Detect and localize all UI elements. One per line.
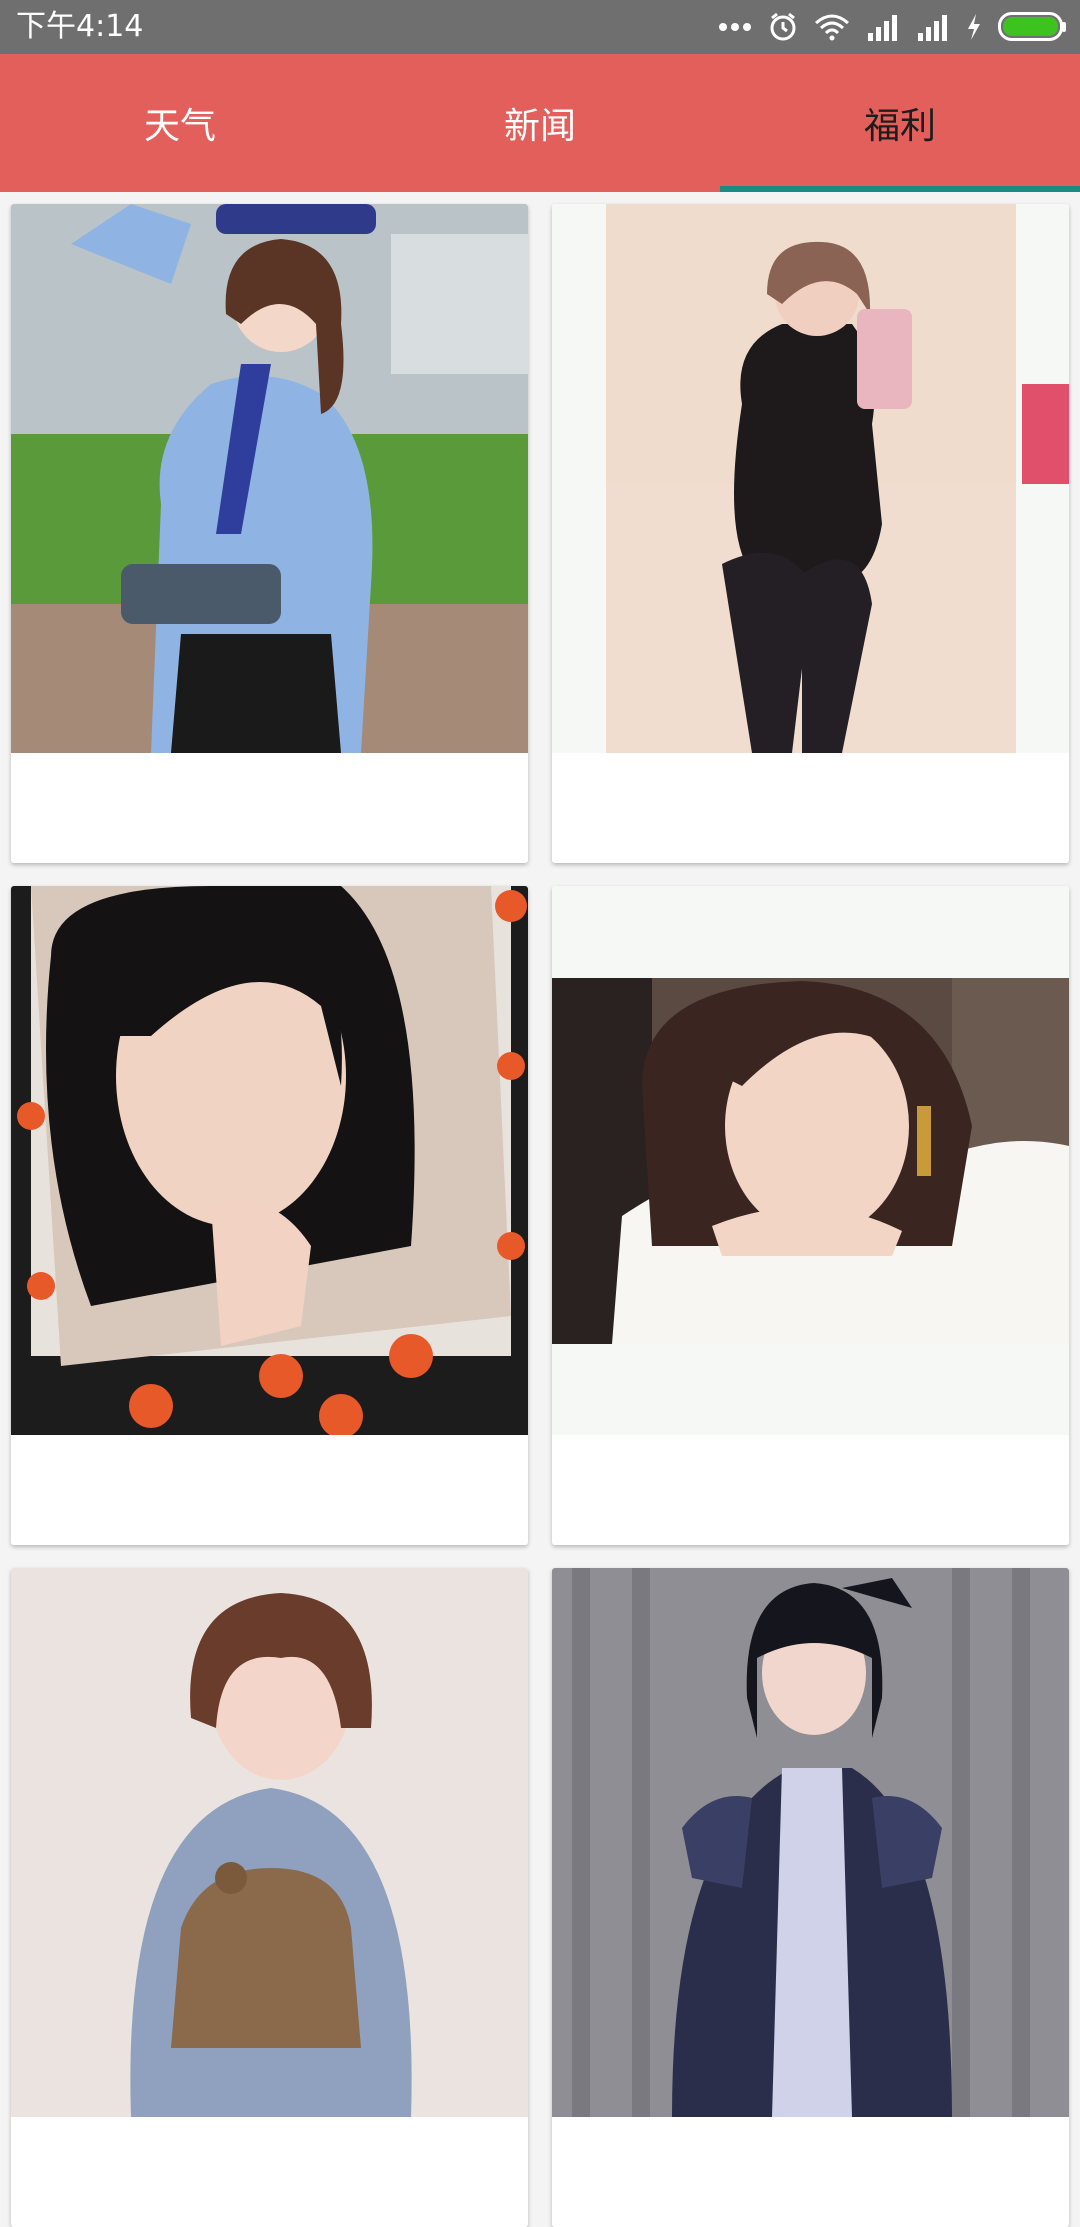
signal-icon-2 xyxy=(916,13,950,41)
card-caption xyxy=(11,1435,528,1545)
tab-news[interactable]: 新闻 xyxy=(360,54,720,192)
tab-label: 新闻 xyxy=(503,106,576,147)
wifi-icon xyxy=(814,13,850,41)
more-dots-icon xyxy=(718,22,752,32)
tab-welfare[interactable]: 福利 xyxy=(720,54,1080,192)
card-caption xyxy=(552,2117,1069,2227)
card-caption xyxy=(552,1435,1069,1545)
photo-card[interactable] xyxy=(11,204,528,863)
photo-girl-resting-on-hands[interactable] xyxy=(552,886,1069,1435)
photo-cosplay-police-girl[interactable] xyxy=(11,204,528,753)
status-time: 下午4:14 xyxy=(16,9,144,44)
status-bar: 下午4:14 xyxy=(0,0,1080,54)
tab-label: 福利 xyxy=(863,106,936,147)
photo-girl-mirror-selfie[interactable] xyxy=(552,204,1069,753)
tab-label: 天气 xyxy=(143,106,216,147)
tab-bar: 天气 新闻 福利 xyxy=(0,54,1080,192)
charging-icon xyxy=(966,13,982,41)
signal-icon xyxy=(866,13,900,41)
photo-grid[interactable] xyxy=(0,192,1080,2227)
photo-girl-lolita-dress[interactable] xyxy=(552,1568,1069,2117)
alarm-icon xyxy=(768,12,798,42)
photo-card[interactable] xyxy=(11,886,528,1545)
photo-card[interactable] xyxy=(552,204,1069,863)
battery-icon xyxy=(998,12,1068,42)
photo-card[interactable] xyxy=(552,1568,1069,2227)
card-caption xyxy=(11,2117,528,2227)
card-caption xyxy=(11,753,528,863)
card-caption xyxy=(552,753,1069,863)
status-icons xyxy=(718,10,1068,44)
photo-card[interactable] xyxy=(552,886,1069,1545)
photo-card[interactable] xyxy=(11,1568,528,2227)
photo-girl-pumpkin-frame[interactable] xyxy=(11,886,528,1435)
photo-girl-holding-cat[interactable] xyxy=(11,1568,528,2117)
tab-weather[interactable]: 天气 xyxy=(0,54,360,192)
